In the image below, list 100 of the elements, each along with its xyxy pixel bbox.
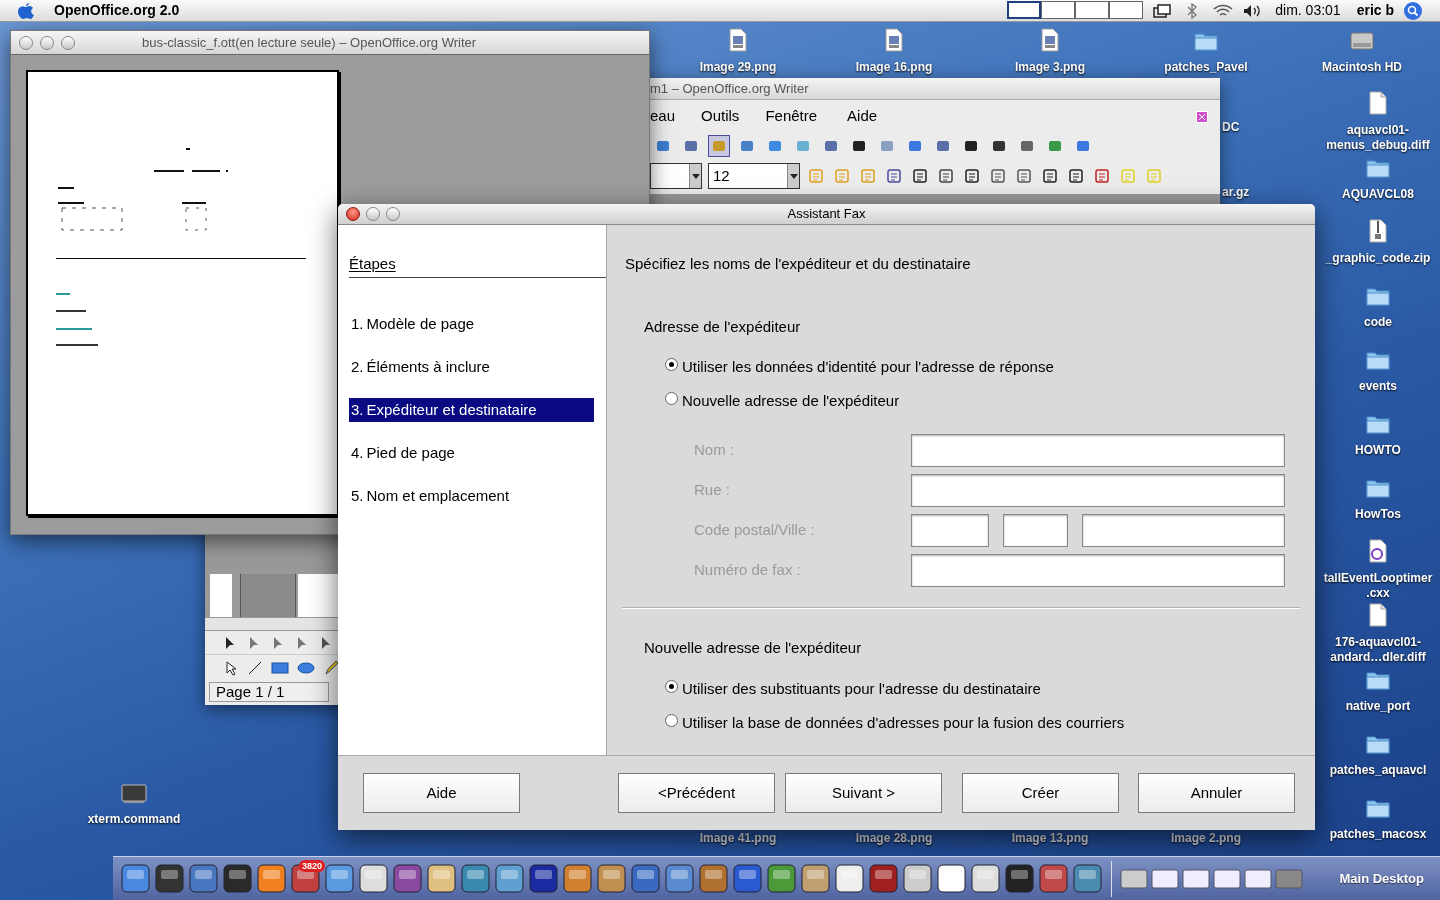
app-icon[interactable]: [493, 862, 526, 895]
image-file-icon[interactable]: [728, 28, 748, 52]
icon-label[interactable]: patches_aquavcl: [1329, 763, 1427, 778]
app-icon[interactable]: [935, 862, 968, 895]
app-icon[interactable]: [323, 862, 356, 895]
ellipse-tool-icon[interactable]: [297, 661, 315, 675]
toolbar-icon[interactable]: [910, 166, 930, 186]
image-file-icon[interactable]: [1040, 28, 1060, 52]
app-icon[interactable]: [833, 862, 866, 895]
icon-label[interactable]: ar.gz: [1222, 185, 1250, 200]
dialog-button[interactable]: Créer: [962, 773, 1119, 813]
dialog-button[interactable]: Suivant >: [785, 773, 942, 813]
radio-button[interactable]: [665, 358, 678, 371]
icon-label[interactable]: tallEventLooptimer: [1323, 571, 1433, 586]
app-menu[interactable]: OpenOffice.org 2.0: [54, 0, 180, 21]
radio-button[interactable]: [665, 713, 678, 727]
icon-label[interactable]: DC: [1222, 120, 1240, 135]
space-thumbnail[interactable]: [1109, 0, 1144, 19]
menu-clock[interactable]: dim. 03:01: [1275, 0, 1341, 21]
icon-label[interactable]: .cxx: [1366, 586, 1390, 601]
toolbar-icon[interactable]: [708, 134, 730, 157]
document-icon[interactable]: [1368, 91, 1388, 115]
icon-label[interactable]: patches_macosx: [1329, 827, 1427, 842]
icon-label[interactable]: Macintosh HD: [1322, 60, 1402, 75]
step-item[interactable]: 5. Nom et emplacement: [349, 484, 594, 508]
image-file-icon[interactable]: [884, 28, 904, 52]
dialog-button[interactable]: <Précédent: [618, 773, 775, 813]
document-icon[interactable]: [1368, 603, 1388, 627]
app-icon[interactable]: [731, 862, 764, 895]
app-icon[interactable]: [867, 862, 900, 895]
icon-label[interactable]: patches_Pavel: [1164, 60, 1248, 75]
icon-label[interactable]: Image 16.png: [855, 60, 933, 75]
step-item[interactable]: 2. Éléments à inclure: [349, 355, 594, 379]
app-icon[interactable]: [1003, 862, 1036, 895]
menu-item[interactable]: Outils: [701, 105, 740, 128]
icon-label[interactable]: HowTos: [1355, 507, 1401, 522]
icon-label[interactable]: Image 29.png: [699, 60, 777, 75]
app-icon[interactable]: [901, 862, 934, 895]
toolbar-icon[interactable]: [962, 166, 982, 186]
font-name-field[interactable]: [650, 163, 702, 189]
dialog-button[interactable]: Annuler: [1138, 773, 1295, 813]
source-file-icon[interactable]: [1368, 539, 1388, 563]
search-icon[interactable]: [1404, 1, 1422, 20]
pen-tool-icon[interactable]: [323, 660, 339, 676]
user-menu[interactable]: eric b: [1356, 0, 1394, 21]
wifi-icon[interactable]: [1213, 3, 1234, 18]
icon-label[interactable]: events: [1359, 379, 1397, 394]
dialog-button[interactable]: Aide: [363, 773, 520, 813]
app-icon[interactable]: [153, 862, 186, 895]
app-icon[interactable]: [255, 862, 288, 895]
app-icon[interactable]: [799, 862, 832, 895]
icon-label[interactable]: code: [1364, 315, 1392, 330]
space-thumbnail[interactable]: [1075, 0, 1110, 19]
app-icon[interactable]: [119, 862, 152, 895]
step-item[interactable]: 4. Pied de page: [349, 441, 594, 465]
app-icon[interactable]: [1037, 862, 1070, 895]
close-button[interactable]: [346, 207, 360, 221]
menu-item[interactable]: Fenêtre: [765, 105, 818, 128]
toolbar-icon[interactable]: [936, 166, 956, 186]
line-tool-icon[interactable]: [247, 660, 263, 676]
menu-item[interactable]: Aide: [847, 105, 878, 128]
app-icon[interactable]: [1071, 862, 1104, 895]
icon-label[interactable]: aquavcl01-: [1346, 123, 1409, 138]
apple-icon[interactable]: [18, 1, 34, 20]
minimize-button[interactable]: [366, 207, 380, 221]
app-icon[interactable]: 3820: [289, 862, 322, 895]
icon-label[interactable]: menus_debug.diff: [1326, 138, 1430, 153]
icon-label[interactable]: HOWTO: [1355, 443, 1401, 458]
app-icon[interactable]: [357, 862, 390, 895]
toolbar-icon[interactable]: [1040, 166, 1060, 186]
step-item[interactable]: 1. Modèle de page: [349, 312, 594, 336]
zoom-button[interactable]: [386, 207, 400, 221]
close-document-icon[interactable]: [1196, 110, 1208, 123]
icon-label[interactable]: Image 41.png: [699, 831, 777, 846]
space-thumbnail[interactable]: [1007, 0, 1042, 19]
icon-label[interactable]: xterm.command: [87, 812, 181, 827]
font-size-field[interactable]: 12: [708, 163, 800, 189]
radio-button[interactable]: [665, 392, 678, 405]
windows-icon[interactable]: [1153, 3, 1172, 18]
icon-label[interactable]: _graphic_code.zip: [1325, 251, 1431, 266]
app-icon[interactable]: [765, 862, 798, 895]
app-icon[interactable]: [425, 862, 458, 895]
app-icon[interactable]: [391, 862, 424, 895]
app-icon[interactable]: [221, 862, 254, 895]
app-icon[interactable]: [969, 862, 1002, 895]
app-icon[interactable]: [595, 862, 628, 895]
pointer-icon[interactable]: [223, 660, 239, 676]
window-button[interactable]: [40, 35, 54, 50]
step-item[interactable]: 3. Expéditeur et destinataire: [349, 398, 594, 422]
window-button[interactable]: [19, 35, 33, 50]
icon-label[interactable]: native_port: [1345, 699, 1411, 714]
app-icon[interactable]: [459, 862, 492, 895]
radio-button[interactable]: [665, 679, 678, 693]
icon-label[interactable]: Image 2.png: [1171, 831, 1241, 846]
window-button[interactable]: [61, 35, 75, 50]
scroll-bar[interactable]: [205, 617, 338, 631]
menu-item[interactable]: eau: [650, 105, 676, 128]
icon-label[interactable]: AQUAVCL08: [1342, 187, 1414, 202]
bluetooth-icon[interactable]: [1187, 2, 1198, 19]
icon-label[interactable]: Image 28.png: [855, 831, 933, 846]
